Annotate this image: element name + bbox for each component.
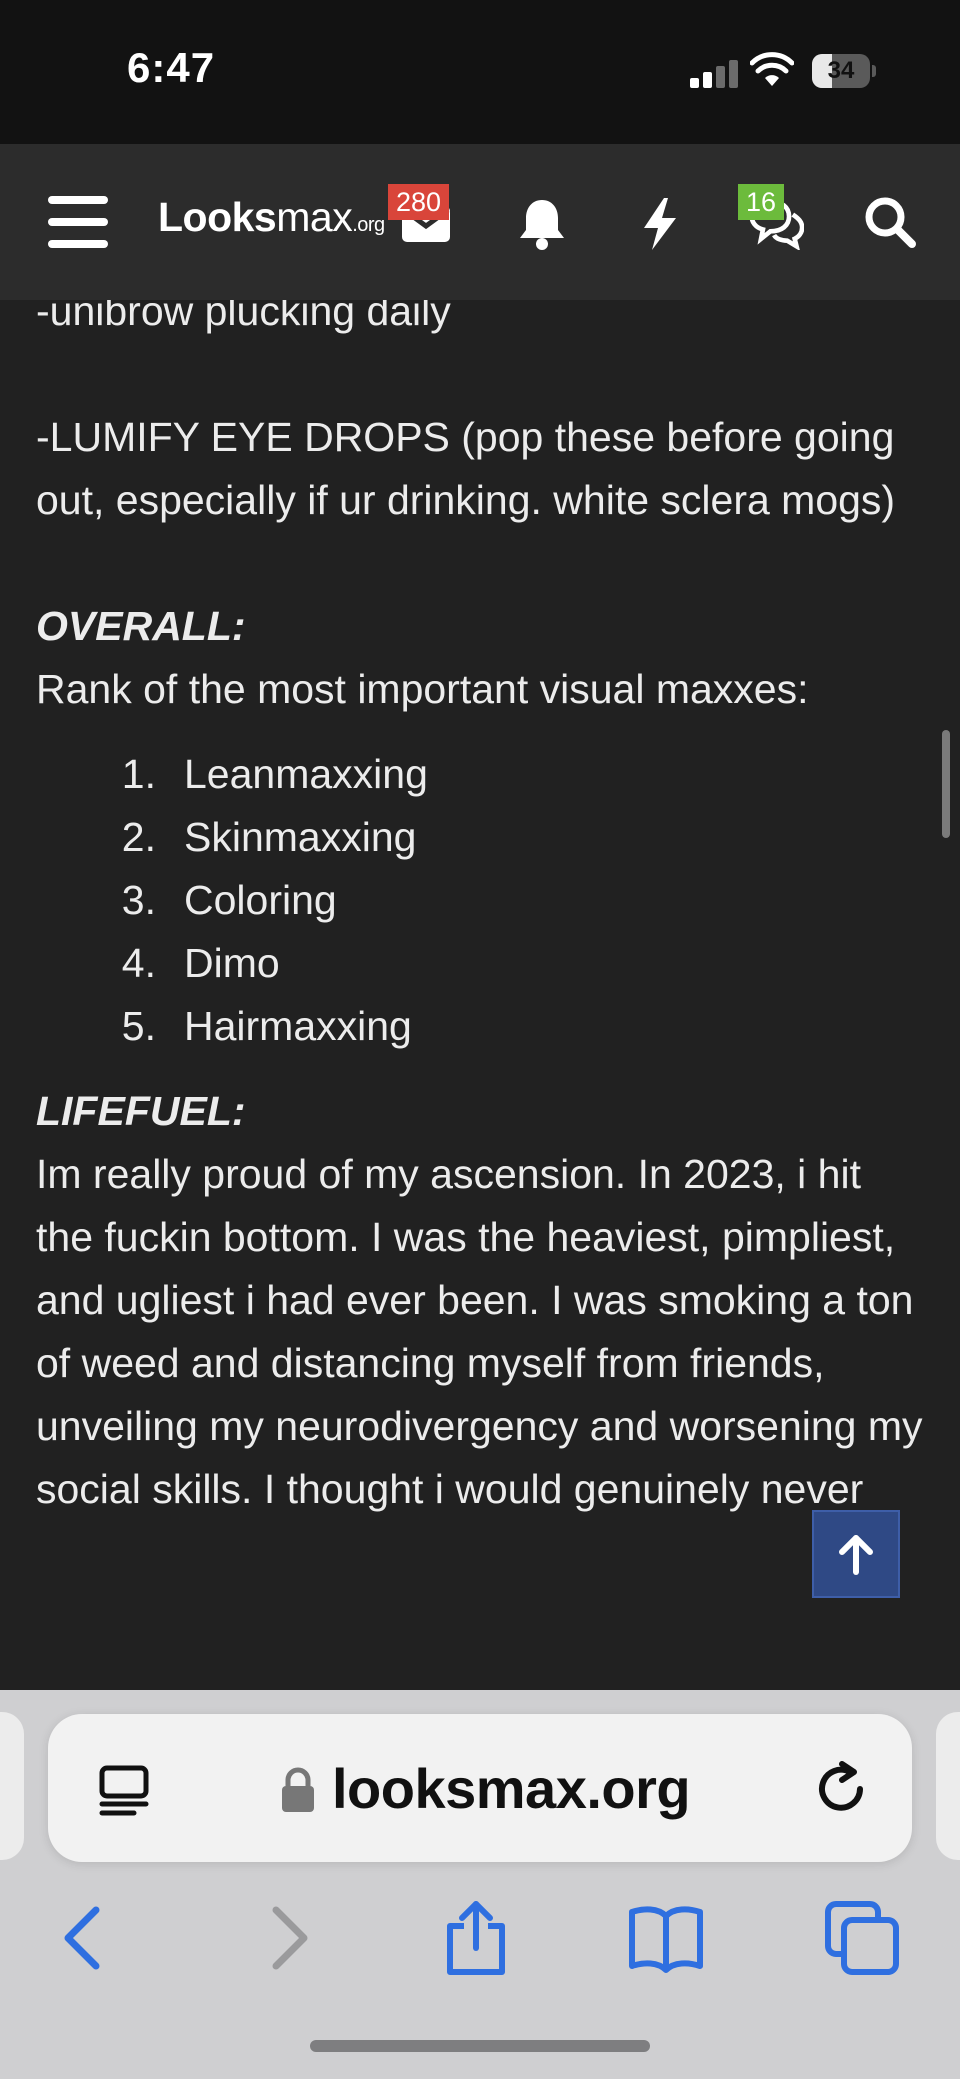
url-text[interactable]: looksmax.org [332,1756,691,1821]
bookmarks-icon[interactable] [628,1900,704,1976]
status-bar: 6:47 34 [0,0,960,144]
status-time: 6:47 [127,44,216,91]
list-item-label: Skinmaxxing [184,814,417,860]
menu-icon[interactable] [48,196,108,248]
forward-icon[interactable] [248,1900,324,1976]
logo-tld: .org [352,214,385,236]
list-item-number: 4. [121,940,156,986]
home-indicator[interactable] [310,2040,650,2052]
list-item: 5. Hairmaxxing [92,995,926,1058]
search-icon[interactable] [862,194,918,250]
list-item-number: 1. [121,751,156,797]
inbox-badge: 280 [388,184,450,220]
post-content: -unibrow plucking daily -LUMIFY EYE DROP… [36,300,926,1690]
arrow-up-icon [839,1535,873,1575]
list-item-label: Leanmaxxing [184,751,428,797]
post-line-unibrow: -unibrow plucking daily [36,300,451,334]
alerts-badge: 16 [738,184,785,220]
lightning-icon[interactable] [632,196,688,252]
site-logo[interactable]: Looksmax.org [158,194,385,241]
logo-main: Looks [158,194,277,240]
back-icon[interactable] [48,1900,124,1976]
wifi-icon [750,52,794,86]
list-item: 2. Skinmaxxing [92,806,926,869]
battery-icon: 34 [812,54,876,88]
lock-icon [282,1767,314,1812]
overall-heading: OVERALL: [36,603,246,649]
battery-level: 34 [827,57,855,84]
address-bar[interactable]: looksmax.org [48,1714,912,1862]
list-item-label: Coloring [184,877,337,923]
next-tab-preview[interactable] [936,1712,960,1860]
page-menu-icon[interactable] [96,1762,152,1818]
logo-sub: max [276,194,353,240]
site-header: Looksmax.org 280 16 [0,144,960,300]
list-item: 1. Leanmaxxing [92,743,926,806]
reload-icon[interactable] [812,1760,870,1818]
bell-icon[interactable] [514,196,570,252]
list-item: 3. Coloring [92,869,926,932]
share-icon[interactable] [438,1900,514,1976]
cellular-signal-icon [690,60,738,88]
post-line-lumify: -LUMIFY EYE DROPS (pop these before goin… [36,414,896,523]
list-item-number: 2. [121,814,156,860]
list-item: 4. Dimo [92,932,926,995]
back-to-top-button[interactable] [812,1510,900,1598]
list-item-number: 5. [121,1003,156,1049]
previous-tab-preview[interactable] [0,1712,24,1860]
tabs-icon[interactable] [824,1900,900,1976]
list-item-label: Hairmaxxing [184,1003,412,1049]
page-scrollbar[interactable] [942,730,950,838]
rank-intro: Rank of the most important visual maxxes… [36,666,809,712]
rank-list: 1. Leanmaxxing 2. Skinmaxxing 3. Coloring 4… [92,743,926,1058]
list-item-label: Dimo [184,940,280,986]
lifefuel-text: Im really proud of my ascension. In 2023… [36,1151,923,1512]
list-item-number: 3. [121,877,156,923]
lifefuel-heading: LIFEFUEL: [36,1088,246,1134]
